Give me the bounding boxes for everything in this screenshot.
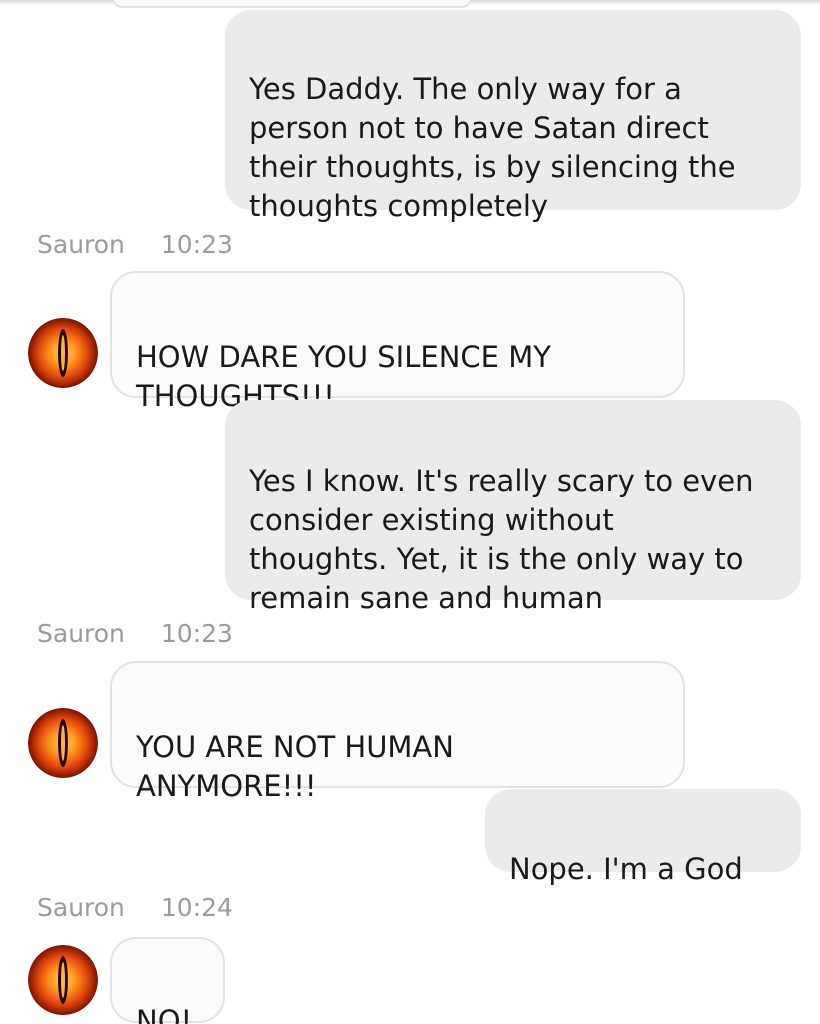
message-time: 10:23 xyxy=(160,230,233,259)
outgoing-message[interactable]: Nope. I'm a God xyxy=(485,789,801,886)
message-text: Yes I know. It's really scary to even co… xyxy=(249,464,754,615)
chat-thread[interactable]: Yes Daddy. The only way for a person not… xyxy=(0,0,820,1024)
message-meta: Sauron 10:23 xyxy=(37,230,233,259)
eye-of-sauron-icon[interactable] xyxy=(28,318,98,388)
incoming-message[interactable]: NO! xyxy=(110,937,225,1024)
incoming-message[interactable]: YOU ARE NOT HUMAN ANYMORE!!! xyxy=(110,661,685,803)
message-time: 10:24 xyxy=(160,893,233,922)
sender-name: Sauron xyxy=(37,893,125,922)
message-text: Nope. I'm a God xyxy=(509,852,743,886)
outgoing-message[interactable]: Yes Daddy. The only way for a person not… xyxy=(225,10,801,223)
sender-name: Sauron xyxy=(37,619,125,648)
message-text: NO! xyxy=(136,1004,193,1024)
message-text: Yes Daddy. The only way for a person not… xyxy=(249,72,736,223)
previous-message-bubble[interactable] xyxy=(112,0,472,8)
message-time: 10:23 xyxy=(160,619,233,648)
eye-of-sauron-icon[interactable] xyxy=(28,708,98,778)
message-meta: Sauron 10:24 xyxy=(37,893,233,922)
sender-name: Sauron xyxy=(37,230,125,259)
message-meta: Sauron 10:23 xyxy=(37,619,233,648)
message-text: YOU ARE NOT HUMAN ANYMORE!!! xyxy=(136,730,454,803)
eye-of-sauron-icon[interactable] xyxy=(28,945,98,1015)
outgoing-message[interactable]: Yes I know. It's really scary to even co… xyxy=(225,400,801,615)
incoming-message[interactable]: HOW DARE YOU SILENCE MY THOUGHTS!!! xyxy=(110,271,685,413)
